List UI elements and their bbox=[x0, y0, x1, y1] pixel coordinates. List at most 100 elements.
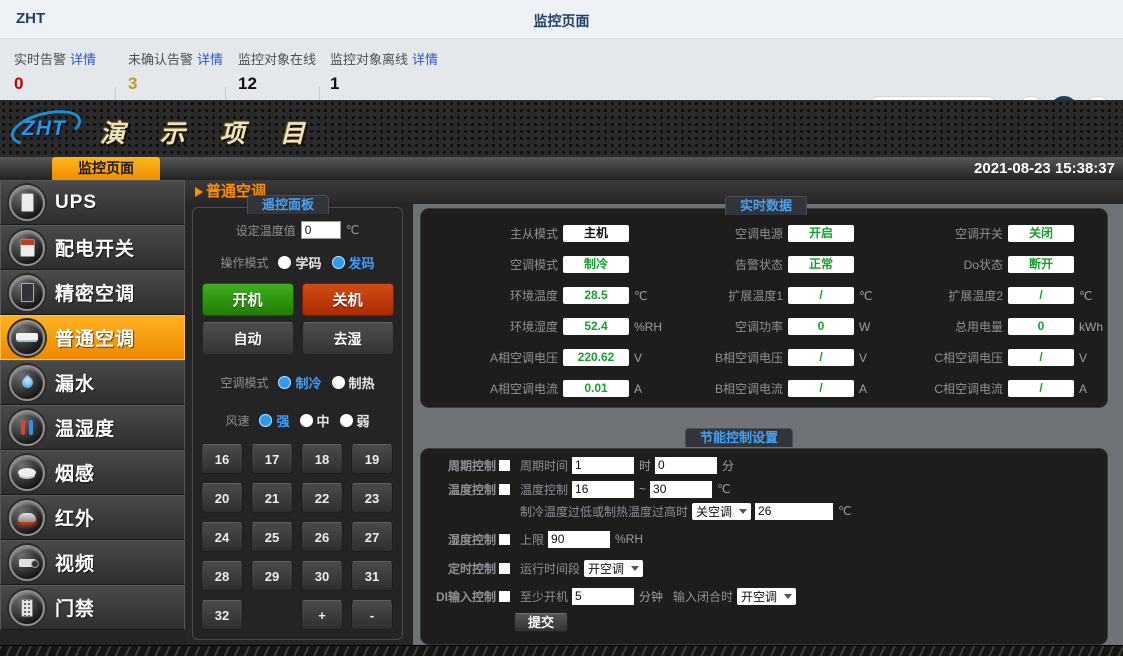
di-action-select[interactable]: 开空调 bbox=[737, 588, 796, 605]
fan-option-label[interactable]: 弱 bbox=[357, 411, 370, 430]
value-box: 0 bbox=[788, 318, 854, 335]
value-box: / bbox=[788, 380, 854, 397]
power-on-button[interactable]: 开机 bbox=[202, 283, 294, 316]
data-row: 主从模式主机 bbox=[446, 225, 664, 242]
temp-minus-button[interactable]: - bbox=[351, 600, 393, 630]
stat-label: 未确认告警 bbox=[128, 52, 193, 67]
dehumidify-button[interactable]: 去湿 bbox=[302, 322, 394, 355]
stat-online: 监控对象在线 12 bbox=[238, 49, 320, 94]
op-option-label[interactable]: 学码 bbox=[295, 253, 321, 272]
value-box: 220.62 bbox=[563, 349, 629, 366]
data-row: A相空调电压220.62V bbox=[446, 349, 664, 366]
temp-button[interactable]: 29 bbox=[251, 561, 293, 591]
stat-value: 1 bbox=[330, 74, 438, 94]
stat-label: 监控对象离线 bbox=[330, 52, 408, 67]
radio-heating[interactable] bbox=[332, 376, 345, 389]
temp-high-input[interactable] bbox=[650, 481, 712, 498]
temp-low-input[interactable] bbox=[572, 481, 634, 498]
temp-range-label: 温度控制 bbox=[520, 481, 568, 498]
fan-speed-label: 风速 bbox=[225, 412, 249, 429]
di-minutes-input[interactable] bbox=[572, 588, 634, 605]
realtime-panel-tab: 实时数据 bbox=[725, 196, 807, 215]
radio-fan-mid[interactable] bbox=[300, 414, 313, 427]
auto-button[interactable]: 自动 bbox=[202, 322, 294, 355]
detail-link[interactable]: 详情 bbox=[197, 52, 223, 67]
temp-button[interactable]: 24 bbox=[201, 522, 243, 552]
temp-button[interactable]: 28 bbox=[201, 561, 243, 591]
sidebar-item-normal-ac[interactable]: 普通空调 bbox=[0, 315, 185, 360]
water-drop-icon bbox=[9, 365, 45, 401]
temp-action-input[interactable] bbox=[755, 503, 833, 520]
clock: 2021-08-23 15:38:37 bbox=[974, 160, 1115, 177]
sidebar-item-infrared[interactable]: 红外 bbox=[0, 495, 185, 540]
temp-action-select[interactable]: 关空调 bbox=[692, 503, 751, 520]
temp-plus-button[interactable]: + bbox=[301, 600, 343, 630]
temp-button[interactable]: 31 bbox=[351, 561, 393, 591]
data-row: C相空调电压/V bbox=[891, 349, 1109, 366]
temp-button[interactable]: 16 bbox=[201, 444, 243, 474]
temp-checkbox[interactable] bbox=[499, 484, 510, 495]
ac-option-label[interactable]: 制冷 bbox=[295, 373, 321, 392]
temp-group-label: 温度控制 bbox=[434, 481, 496, 498]
timer-checkbox[interactable] bbox=[499, 563, 510, 574]
temp-button[interactable]: 22 bbox=[301, 483, 343, 513]
cycle-hour-input[interactable] bbox=[572, 457, 634, 474]
data-row: 环境温度28.5℃ bbox=[446, 287, 664, 304]
timer-select[interactable]: 开空调 bbox=[584, 560, 643, 577]
fan-option-label[interactable]: 中 bbox=[317, 411, 330, 430]
device-sidebar: UPS 配电开关 精密空调 普通空调 漏水 温湿度 烟感 红外 视频 门禁 bbox=[0, 180, 185, 645]
sidebar-item-video[interactable]: 视频 bbox=[0, 540, 185, 585]
temp-button[interactable]: 17 bbox=[251, 444, 293, 474]
op-option-label[interactable]: 发码 bbox=[349, 253, 375, 272]
temp-button[interactable]: 26 bbox=[301, 522, 343, 552]
ac-option-label[interactable]: 制热 bbox=[349, 373, 375, 392]
temp-button[interactable]: 25 bbox=[251, 522, 293, 552]
sidebar-item-temp-humidity[interactable]: 温湿度 bbox=[0, 405, 185, 450]
temp-button[interactable]: 23 bbox=[351, 483, 393, 513]
temp-button[interactable]: 20 bbox=[201, 483, 243, 513]
fan-option-label[interactable]: 强 bbox=[276, 411, 289, 430]
data-row: Do状态断开 bbox=[891, 256, 1109, 273]
stat-offline: 监控对象离线详情 1 bbox=[330, 49, 438, 94]
timer-period-label: 运行时间段 bbox=[520, 560, 580, 577]
set-temp-label: 设定温度值 bbox=[236, 222, 296, 239]
cycle-checkbox[interactable] bbox=[499, 460, 510, 471]
temp-button[interactable]: 27 bbox=[351, 522, 393, 552]
cycle-group-label: 周期控制 bbox=[434, 457, 496, 474]
radio-fan-high[interactable] bbox=[259, 414, 272, 427]
sidebar-item-door-access[interactable]: 门禁 bbox=[0, 585, 185, 630]
detail-link[interactable]: 详情 bbox=[70, 52, 96, 67]
detail-link[interactable]: 详情 bbox=[412, 52, 438, 67]
temp-button[interactable]: 30 bbox=[301, 561, 343, 591]
sidebar-item-precision-ac[interactable]: 精密空调 bbox=[0, 270, 185, 315]
precision-ac-icon bbox=[9, 275, 45, 311]
tab-bar: 监控页面 2021-08-23 15:38:37 bbox=[0, 157, 1123, 180]
sidebar-item-water-leak[interactable]: 漏水 bbox=[0, 360, 185, 405]
data-row: 空调功率0W bbox=[671, 318, 889, 335]
data-row: 空调开关关闭 bbox=[891, 225, 1109, 242]
humidity-group-label: 湿度控制 bbox=[434, 531, 496, 548]
radio-cooling[interactable] bbox=[278, 376, 291, 389]
sidebar-item-smoke[interactable]: 烟感 bbox=[0, 450, 185, 495]
caret-down-icon bbox=[784, 594, 792, 599]
radio-learn-code[interactable] bbox=[278, 256, 291, 269]
door-access-icon bbox=[9, 590, 45, 626]
humidity-limit-label: 上限 bbox=[520, 531, 544, 548]
submit-button[interactable]: 提交 bbox=[514, 613, 568, 632]
sidebar-item-ups[interactable]: UPS bbox=[0, 180, 185, 225]
tab-monitoring-page[interactable]: 监控页面 bbox=[52, 157, 160, 180]
set-temp-input[interactable] bbox=[301, 221, 341, 239]
radio-fan-low[interactable] bbox=[340, 414, 353, 427]
temp-button[interactable]: 32 bbox=[201, 600, 243, 630]
cycle-minute-input[interactable] bbox=[655, 457, 717, 474]
content-area: 遥控面板 设定温度值 ℃ 操作模式 学码 发码 开机 关机 自动 去湿 空调模式 bbox=[185, 204, 1123, 645]
temp-button[interactable]: 19 bbox=[351, 444, 393, 474]
power-off-button[interactable]: 关机 bbox=[302, 283, 394, 316]
sidebar-item-power-switch[interactable]: 配电开关 bbox=[0, 225, 185, 270]
radio-send-code[interactable] bbox=[332, 256, 345, 269]
humidity-checkbox[interactable] bbox=[499, 534, 510, 545]
di-checkbox[interactable] bbox=[499, 591, 510, 602]
humidity-limit-input[interactable] bbox=[548, 531, 610, 548]
temp-button[interactable]: 21 bbox=[251, 483, 293, 513]
temp-button[interactable]: 18 bbox=[301, 444, 343, 474]
